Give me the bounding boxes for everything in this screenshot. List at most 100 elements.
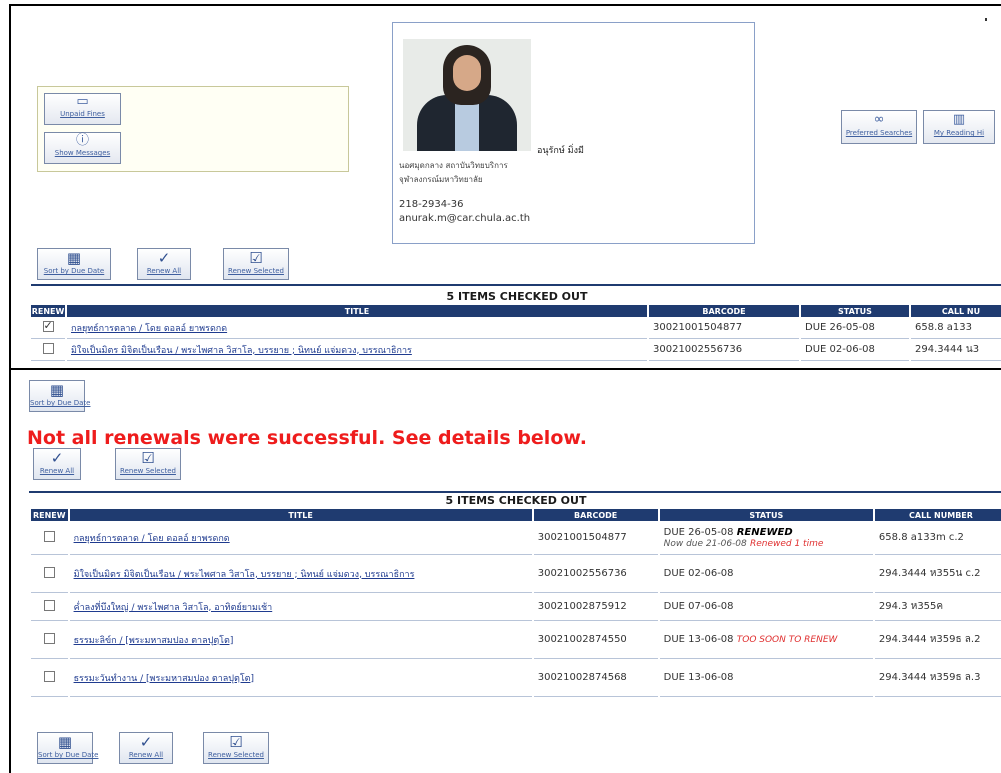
sort-by-due-date-button[interactable]: ▦ Sort by Due Date: [37, 248, 111, 280]
call-number-cell: 658.8 a133: [911, 317, 1001, 339]
renew-checkbox[interactable]: [43, 566, 55, 578]
renew-checkbox[interactable]: [43, 632, 55, 644]
sort-by-due-date-button[interactable]: ▦ Sort by Due Date: [37, 732, 99, 764]
patron-phone: 218-2934-36: [399, 199, 464, 210]
my-reading-history-label: My Reading Hi: [933, 129, 985, 137]
preferred-searches-button[interactable]: ∞ Preferred Searches: [841, 110, 917, 144]
check-list-icon: ☑: [229, 733, 243, 751]
check-icon: ✓: [139, 733, 153, 751]
show-messages-label: Show Messages: [54, 149, 111, 157]
barcode-cell: 30021001504877: [649, 317, 799, 339]
barcode-cell: 30021002875912: [533, 593, 658, 621]
renew-all-button[interactable]: ✓ Renew All: [137, 248, 191, 280]
col-barcode: BARCODE: [533, 509, 658, 521]
call-number-cell: 294.3444 ห359ธ ล.3: [874, 659, 1001, 697]
item-title-link[interactable]: ธรรมะลิข์ก / [พระมหาสมปอง ตาลปุตฺโต]: [74, 636, 234, 646]
status-cell: DUE 13-06-08 TOO SOON TO RENEW: [659, 621, 873, 659]
renew-all-label: Renew All: [39, 467, 75, 475]
bottom-screenshot-panel: ▦ Sort by Due Date Not all renewals were…: [9, 368, 1001, 773]
check-icon: ✓: [50, 449, 64, 467]
renew-checkbox[interactable]: [43, 670, 55, 682]
sort-label: Sort by Due Date: [30, 399, 91, 407]
show-messages-button[interactable]: ⓘ Show Messages: [44, 132, 121, 164]
check-list-icon: ☑: [249, 249, 263, 267]
unpaid-fines-label: Unpaid Fines: [60, 110, 105, 118]
renew-selected-label: Renew Selected: [228, 267, 284, 275]
col-call-number: CALL NUMBER: [874, 509, 1001, 521]
check-icon: ✓: [157, 249, 171, 267]
calendar-icon: ▦: [57, 733, 73, 751]
renew-checkbox[interactable]: [43, 599, 55, 611]
barcode-cell: 30021002556736: [533, 555, 658, 593]
patron-university: จุฬาลงกรณ์มหาวิทยาลัย: [399, 175, 483, 184]
renew-checkbox[interactable]: [43, 530, 55, 542]
barcode-cell: 30021002874568: [533, 659, 658, 697]
top-loans-table: RENEW TITLE BARCODE STATUS CALL NU กลยุท…: [29, 305, 1001, 361]
call-number-cell: 294.3444 ห359ธ ล.2: [874, 621, 1001, 659]
binoculars-icon: ∞: [873, 112, 885, 127]
bottom-table-title: 5 ITEMS CHECKED OUT: [445, 494, 587, 507]
table-row: กลยุทธ์การตลาด / โดย ดอลอ์ ยาพรดกด 30021…: [31, 521, 1001, 555]
col-barcode: BARCODE: [649, 305, 799, 317]
renew-selected-button[interactable]: ☑ Renew Selected: [115, 448, 181, 480]
computer-icon: ▭: [76, 94, 89, 109]
status-cell: DUE 07-06-08: [659, 593, 873, 621]
renew-checkbox[interactable]: [42, 319, 54, 332]
renew-selected-button[interactable]: ☑ Renew Selected: [223, 248, 289, 280]
renew-all-label: Renew All: [128, 751, 164, 759]
status-renew-count: Renewed 1 time: [749, 538, 824, 549]
barcode-cell: 30021002556736: [649, 339, 799, 361]
status-cell: DUE 02-06-08: [659, 555, 873, 593]
item-title-link[interactable]: กลยุทธ์การตลาด / โดย ดอลอ์ ยาพรดกด: [74, 534, 230, 544]
renew-all-button[interactable]: ✓ Renew All: [33, 448, 81, 480]
table-row: มิใจเป็นมิตร มิจิตเป็นเรือน / พระไพศาล ว…: [31, 339, 1001, 361]
top-table-title: 5 ITEMS CHECKED OUT: [446, 290, 588, 303]
renew-all-button[interactable]: ✓ Renew All: [119, 732, 173, 764]
col-call-number: CALL NU: [911, 305, 1001, 317]
status-cell: DUE 13-06-08: [659, 659, 873, 697]
my-reading-history-button[interactable]: ▥ My Reading Hi: [923, 110, 995, 144]
patron-photo: [403, 39, 531, 151]
barcode-cell: 30021002874550: [533, 621, 658, 659]
table-row: ธรรมะลิข์ก / [พระมหาสมปอง ตาลปุตฺโต] 300…: [31, 621, 1001, 659]
item-title-link[interactable]: มิใจเป็นมิตร มิจิตเป็นเรือน / พระไพศาล ว…: [71, 346, 412, 356]
table-row: ธรรมะวันทำงาน / [พระมหาสมปอง ตาลปุตฺโต] …: [31, 659, 1001, 697]
item-title-link[interactable]: ธรรมะวันทำงาน / [พระมหาสมปอง ตาลปุตฺโต]: [74, 674, 254, 684]
call-number-cell: 294.3444 น3: [911, 339, 1001, 361]
col-title: TITLE: [69, 509, 532, 521]
call-number-cell: 294.3444 ห355น c.2: [874, 555, 1001, 593]
status-cell: DUE 26-05-08: [801, 317, 909, 339]
status-renewed-flag: RENEWED: [736, 526, 793, 538]
unpaid-fines-button[interactable]: ▭ Unpaid Fines: [44, 93, 121, 125]
top-screenshot-panel: ▭ Unpaid Fines ⓘ Show Messages อนุรักษ์ …: [9, 4, 1001, 368]
renew-selected-label: Renew Selected: [120, 467, 176, 475]
renew-selected-button[interactable]: ☑ Renew Selected: [203, 732, 269, 764]
item-title-link[interactable]: มิใจเป็นมิตร มิจิตเป็นเรือน / พระไพศาล ว…: [74, 570, 415, 580]
status-cell: DUE 02-06-08: [801, 339, 909, 361]
call-number-cell: 658.8 a133m c.2: [874, 521, 1001, 555]
renew-all-label: Renew All: [146, 267, 182, 275]
col-status: STATUS: [659, 509, 873, 521]
bottom-loans-table: RENEW TITLE BARCODE STATUS CALL NUMBER ก…: [29, 509, 1001, 697]
books-icon: ▥: [952, 112, 966, 127]
barcode-cell: 30021001504877: [533, 521, 658, 555]
sort-label: Sort by Due Date: [38, 751, 99, 759]
patron-email: anurak.m@car.chula.ac.th: [399, 213, 531, 224]
item-title-link[interactable]: ค่ำลงที่บึงใหญ่ / พระไพศาล วิสาโล, อาทิต…: [74, 603, 273, 613]
calendar-icon: ▦: [66, 249, 82, 267]
bottom-rule: [29, 491, 1001, 493]
status-now-due: Now due 21-06-08: [663, 538, 747, 549]
item-title-link[interactable]: กลยุทธ์การตลาด / โดย ดอลอ์ ยาพรดกด: [71, 324, 227, 334]
status-due: DUE 26-05-08: [663, 526, 734, 538]
patron-name: อนุรักษ์ มิ่งมี: [537, 146, 584, 156]
status-cell: DUE 26-05-08 RENEWED Now due 21-06-08 Re…: [659, 521, 873, 555]
sort-by-due-date-button[interactable]: ▦ Sort by Due Date: [29, 380, 91, 412]
corner-mark: [985, 18, 987, 21]
col-renew: RENEW: [31, 305, 65, 317]
renewal-error-message: Not all renewals were successful. See de…: [27, 427, 587, 449]
call-number-cell: 294.3 ห355ค: [874, 593, 1001, 621]
calendar-icon: ▦: [49, 381, 65, 399]
col-renew: RENEW: [31, 509, 68, 521]
renew-checkbox[interactable]: [42, 342, 54, 354]
info-icon: ⓘ: [75, 133, 89, 148]
